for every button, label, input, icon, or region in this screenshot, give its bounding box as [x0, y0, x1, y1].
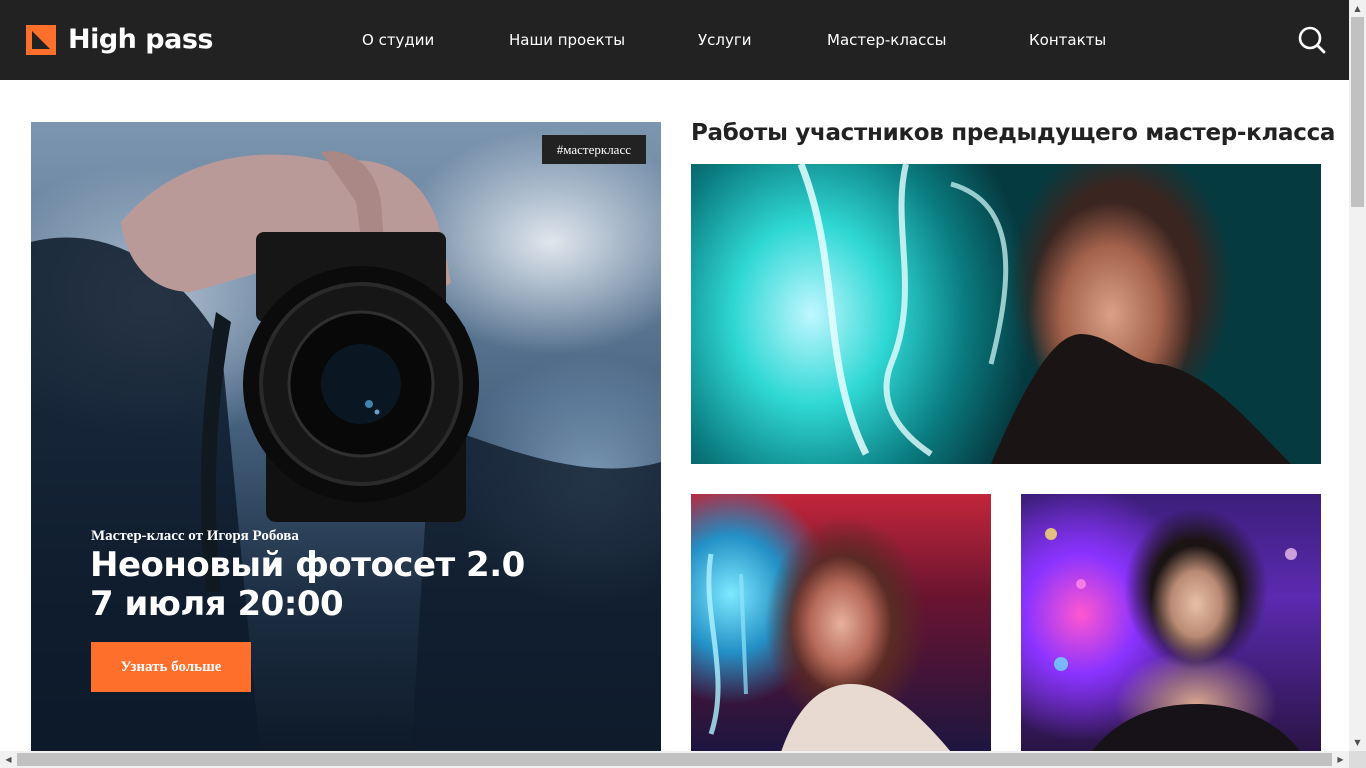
learn-more-button[interactable]: Узнать больше: [91, 642, 251, 692]
neon-lines-graphic: [797, 164, 1291, 464]
work-photo-neon-teal[interactable]: [691, 164, 1321, 464]
logo-mark-icon: [26, 25, 56, 55]
hero-banner: #мастеркласс Мастер-класс от Игоря Робов…: [31, 122, 661, 752]
nav-item-contacts[interactable]: Контакты: [1029, 30, 1106, 50]
vertical-scrollbar[interactable]: ▲ ▼: [1349, 0, 1366, 751]
hero-title: Неоновый фотосет 2.0 7 июля 20:00: [90, 546, 525, 624]
hero-tag[interactable]: #мастеркласс: [541, 135, 646, 164]
logo-text: High pass: [68, 24, 214, 55]
works-section-title: Работы участников предыдущего мастер-кла…: [691, 120, 1336, 146]
horizontal-scrollbar[interactable]: ◀ ▶: [0, 751, 1349, 768]
work-photo-neon-red[interactable]: [691, 494, 991, 752]
nav-item-about[interactable]: О студии: [362, 30, 434, 50]
nav-item-projects[interactable]: Наши проекты: [509, 30, 625, 50]
search-button[interactable]: [1298, 26, 1326, 54]
search-icon: [1298, 26, 1326, 54]
vertical-scroll-thumb[interactable]: [1351, 17, 1364, 207]
scrollbar-corner: [1349, 751, 1366, 768]
nav-item-masterclasses[interactable]: Мастер-классы: [827, 30, 946, 50]
hero-subtitle: Мастер-класс от Игоря Робова: [91, 528, 299, 544]
scroll-right-icon[interactable]: ▶: [1332, 751, 1349, 768]
work-photo-neon-purple[interactable]: [1021, 494, 1321, 752]
nav-item-services[interactable]: Услуги: [698, 30, 751, 50]
scroll-up-icon[interactable]: ▲: [1349, 0, 1366, 17]
neon-lights-graphic: [1045, 528, 1301, 752]
scroll-down-icon[interactable]: ▼: [1349, 734, 1366, 751]
hero-title-line1: Неоновый фотосет 2.0: [90, 545, 525, 585]
scroll-left-icon[interactable]: ◀: [0, 751, 17, 768]
site-header: High pass О студии Наши проекты Услуги М…: [0, 0, 1349, 80]
logo[interactable]: High pass: [26, 24, 214, 55]
hero-title-line2: 7 июля 20:00: [90, 584, 344, 624]
horizontal-scroll-thumb[interactable]: [17, 753, 1332, 766]
neon-shapes-graphic: [706, 553, 951, 752]
